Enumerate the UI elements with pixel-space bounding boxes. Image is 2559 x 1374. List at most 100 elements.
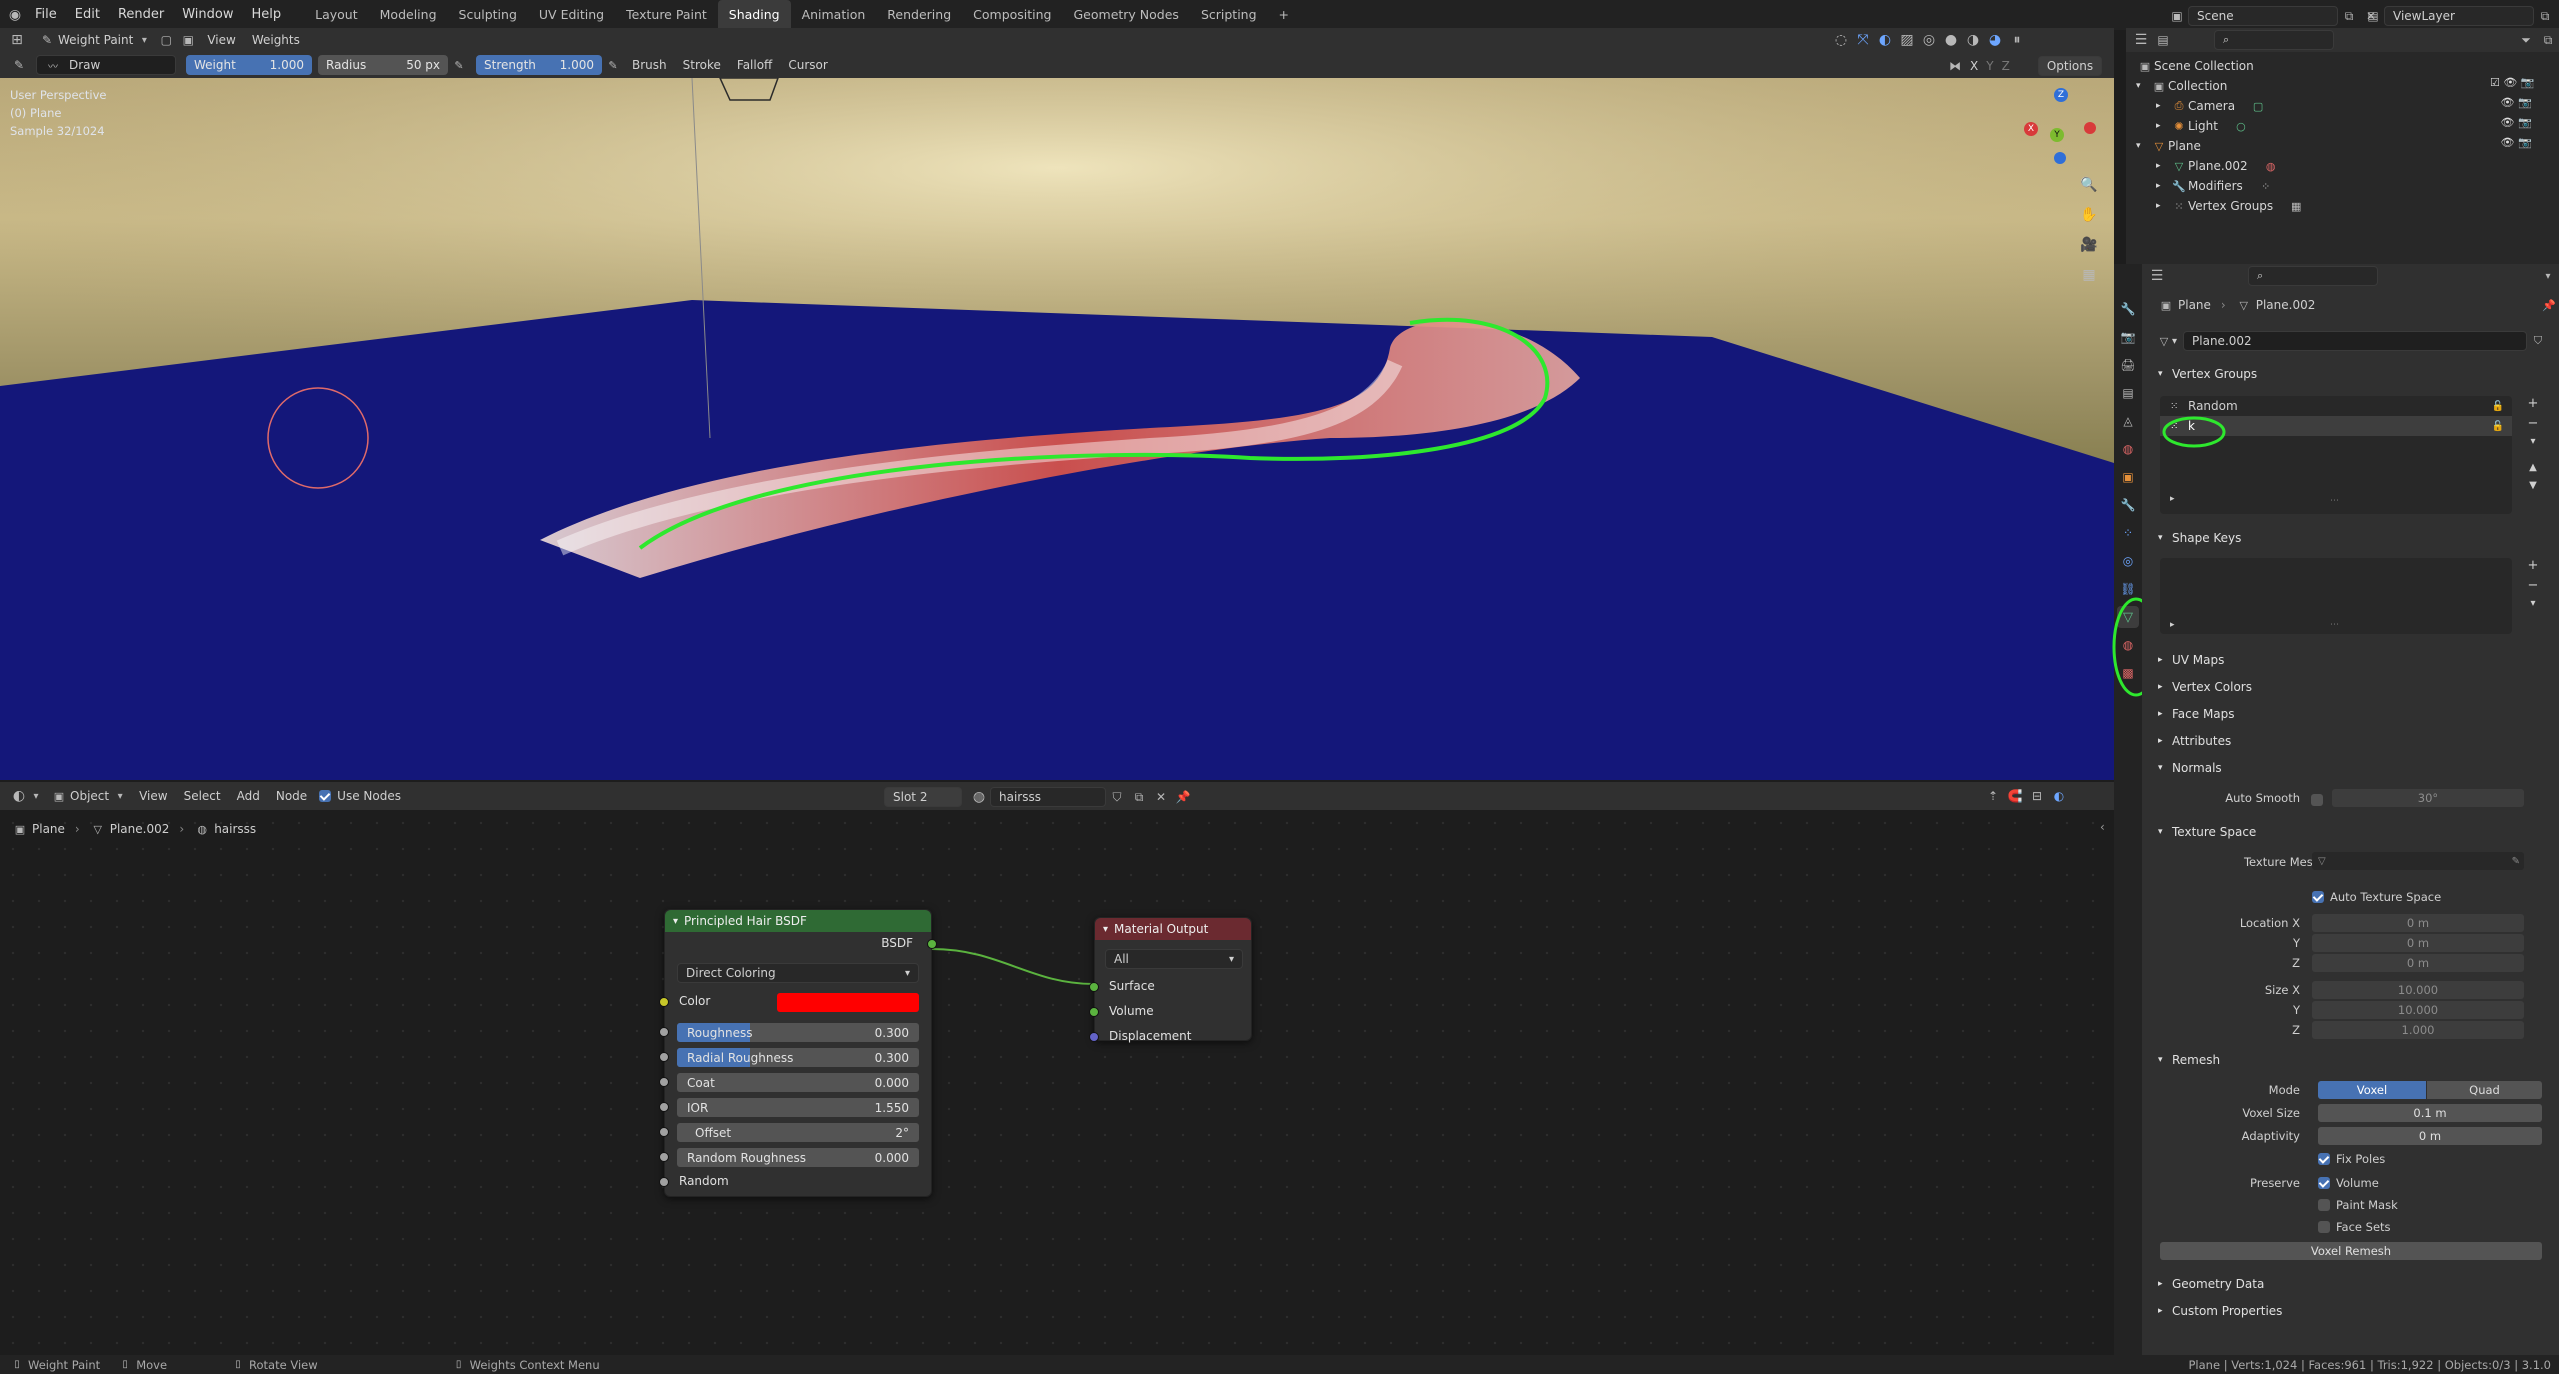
tab-sculpting[interactable]: Sculpting	[448, 0, 528, 30]
menu-weights[interactable]: Weights	[244, 33, 308, 47]
tab-scripting[interactable]: Scripting	[1190, 0, 1268, 30]
falloff-dropdown[interactable]: Falloff	[729, 58, 780, 72]
outliner-item[interactable]: ▸ 🔧 Modifiers ⁘	[2156, 176, 2277, 196]
remesh-mode-quad-button[interactable]: Quad	[2427, 1081, 2542, 1099]
shader-type-selector[interactable]: ▣ Object ▾	[48, 785, 131, 807]
section-attributes[interactable]: ▸ Attributes	[2158, 729, 2231, 753]
auto-smooth-checkbox[interactable]	[2311, 793, 2323, 806]
navigation-gizmo[interactable]: Z X Y	[2020, 88, 2100, 168]
options-dropdown[interactable]: Options	[2037, 56, 2103, 76]
section-vertex-groups[interactable]: ▾ Vertex Groups	[2158, 362, 2257, 386]
tab-layout[interactable]: Layout	[304, 0, 369, 30]
radius-pressure-icon[interactable]: ✎	[448, 54, 470, 76]
expand-arrow-icon[interactable]: ▸	[2170, 620, 2175, 630]
visibility-toggles[interactable]: 👁 📷	[2490, 96, 2550, 116]
use-nodes-checkbox[interactable]: Use Nodes	[319, 789, 401, 803]
tool-tab-icon[interactable]: 🔧	[2117, 298, 2139, 320]
param-input-socket[interactable]	[659, 1052, 669, 1062]
scene-selector[interactable]: ▣ Scene ⧉ ✕	[2166, 5, 2382, 27]
material-icon[interactable]: ◍	[968, 786, 990, 808]
collapse-icon[interactable]: ▾	[673, 916, 678, 927]
bsdf-output-socket[interactable]	[927, 939, 937, 949]
section-normals[interactable]: ▾ Normals	[2158, 756, 2222, 780]
location-z-field[interactable]: 0 m	[2312, 954, 2524, 972]
material-output-node[interactable]: ▾ Material Output All ▾ Surface Volume D…	[1089, 917, 1252, 1043]
scene-name-field[interactable]: Scene	[2188, 6, 2338, 26]
slot-dropdown[interactable]: Slot 2	[884, 787, 962, 807]
mirror-z-toggle[interactable]: Z	[1998, 59, 2014, 73]
menu-node[interactable]: Node	[268, 789, 315, 803]
collapse-icon[interactable]: ▾	[1103, 924, 1108, 935]
section-custom-properties[interactable]: ▸ Custom Properties	[2158, 1299, 2282, 1323]
displacement-input-socket[interactable]	[1089, 1032, 1099, 1042]
lock-icon[interactable]: 🔓	[2492, 421, 2504, 432]
voxel-size-field[interactable]: 0.1 m	[2318, 1104, 2542, 1122]
pan-hand-icon[interactable]: ✋	[2078, 204, 2100, 226]
param-field-offset[interactable]: Offset 2°	[677, 1123, 919, 1142]
editor-type-icon[interactable]: ⊞	[6, 29, 28, 51]
menu-view[interactable]: View	[131, 789, 175, 803]
unlink-material-icon[interactable]: ✕	[1150, 786, 1172, 808]
location-x-field[interactable]: 0 m	[2312, 914, 2524, 932]
expand-arrow-icon[interactable]: ▸	[2156, 201, 2170, 211]
target-dropdown[interactable]: All ▾	[1105, 949, 1243, 969]
size-y-field[interactable]: 10.000	[2312, 1001, 2524, 1019]
location-y-field[interactable]: 0 m	[2312, 934, 2524, 952]
strength-slider[interactable]: Strength 1.000	[476, 55, 602, 75]
fix-poles-checkbox[interactable]: Fix Poles	[2318, 1152, 2385, 1166]
chevron-down-icon[interactable]: ▾	[2172, 336, 2177, 347]
section-remesh[interactable]: ▾ Remesh	[2158, 1048, 2220, 1072]
gizmo-x-axis[interactable]: X	[2024, 122, 2038, 136]
display-mode-icon[interactable]: ▤	[2152, 29, 2174, 51]
section-vertex-colors[interactable]: ▸ Vertex Colors	[2158, 675, 2252, 699]
vertex-select-icon[interactable]: ▣	[177, 29, 199, 51]
node-overlays-icon[interactable]: ◐	[2048, 785, 2070, 807]
move-down-button[interactable]: ▼	[2522, 480, 2544, 498]
shape-key-menu-button[interactable]: ▾	[2522, 598, 2544, 618]
preserve-face-sets-checkbox[interactable]: Face Sets	[2318, 1220, 2391, 1234]
3d-viewport[interactable]: User Perspective (0) Plane Sample 32/102…	[0, 78, 2114, 780]
section-uv-maps[interactable]: ▸ UV Maps	[2158, 648, 2224, 672]
menu-file[interactable]: File	[26, 0, 66, 30]
move-up-button[interactable]: ▲	[2522, 462, 2544, 480]
material-shading-icon[interactable]: ◑	[1962, 29, 1984, 51]
menu-help[interactable]: Help	[243, 0, 291, 30]
param-input-socket[interactable]	[659, 1027, 669, 1037]
rendered-shading-icon[interactable]: ◕	[1984, 29, 2006, 51]
param-input-socket[interactable]	[659, 1102, 669, 1112]
node-header[interactable]: ▾ Material Output	[1095, 918, 1251, 940]
remesh-mode-voxel-button[interactable]: Voxel	[2318, 1081, 2426, 1099]
brush-selector[interactable]: 〰 Draw	[36, 55, 176, 75]
param-field-ior[interactable]: IOR 1.550	[677, 1098, 919, 1117]
copy-scene-icon[interactable]: ⧉	[2338, 5, 2360, 27]
section-geometry-data[interactable]: ▸ Geometry Data	[2158, 1272, 2264, 1296]
render-tab-icon[interactable]: 📷	[2117, 326, 2139, 348]
shape-keys-list[interactable]: ▸ ⋯	[2160, 558, 2512, 634]
expand-arrow-icon[interactable]: ▸	[2156, 161, 2170, 171]
fake-user-icon[interactable]: ⛉	[1106, 786, 1128, 808]
tab-geometry-nodes[interactable]: Geometry Nodes	[1063, 0, 1190, 30]
outliner-item[interactable]: ▾ ▣ Collection	[2136, 76, 2227, 96]
list-resize-handle[interactable]: ⋯	[2330, 620, 2339, 630]
param-input-socket[interactable]	[659, 1127, 669, 1137]
blender-logo-icon[interactable]: ◉	[4, 4, 26, 26]
properties-search-input[interactable]: ⌕	[2248, 266, 2378, 286]
expand-arrow-icon[interactable]: ▸	[2156, 121, 2170, 131]
param-field-radial-roughness[interactable]: Radial Roughness 0.300	[677, 1048, 919, 1067]
gizmo-icon[interactable]: ⤧	[1852, 29, 1874, 51]
outliner[interactable]: ☰ ▤ ⌕ ⏷ ⧉ ▣ Scene Collection ▾ ▣ Collect…	[2126, 28, 2559, 268]
cursor-dropdown[interactable]: Cursor	[780, 58, 835, 72]
outliner-item[interactable]: ▸ ⎙ Camera ▢	[2156, 96, 2269, 116]
preserve-volume-checkbox[interactable]: Volume	[2318, 1176, 2379, 1190]
grid-view-icon[interactable]: ▦	[2078, 264, 2100, 286]
param-field-random-roughness[interactable]: Random Roughness 0.000	[677, 1148, 919, 1167]
principled-hair-bsdf-node[interactable]: ▾ Principled Hair BSDF BSDF Direct Color…	[659, 909, 937, 1197]
outliner-search-input[interactable]: ⌕	[2214, 30, 2334, 50]
expand-arrow-icon[interactable]: ▸	[2170, 494, 2175, 504]
mode-selector[interactable]: ✎ Weight Paint ▾	[36, 29, 155, 51]
new-collection-icon[interactable]: ⧉	[2537, 29, 2559, 51]
menu-window[interactable]: Window	[173, 0, 242, 30]
scene-tab-icon[interactable]: ◬	[2117, 410, 2139, 432]
brush-tool-icon[interactable]: ✎	[8, 54, 30, 76]
tab-shading[interactable]: Shading	[717, 0, 791, 30]
